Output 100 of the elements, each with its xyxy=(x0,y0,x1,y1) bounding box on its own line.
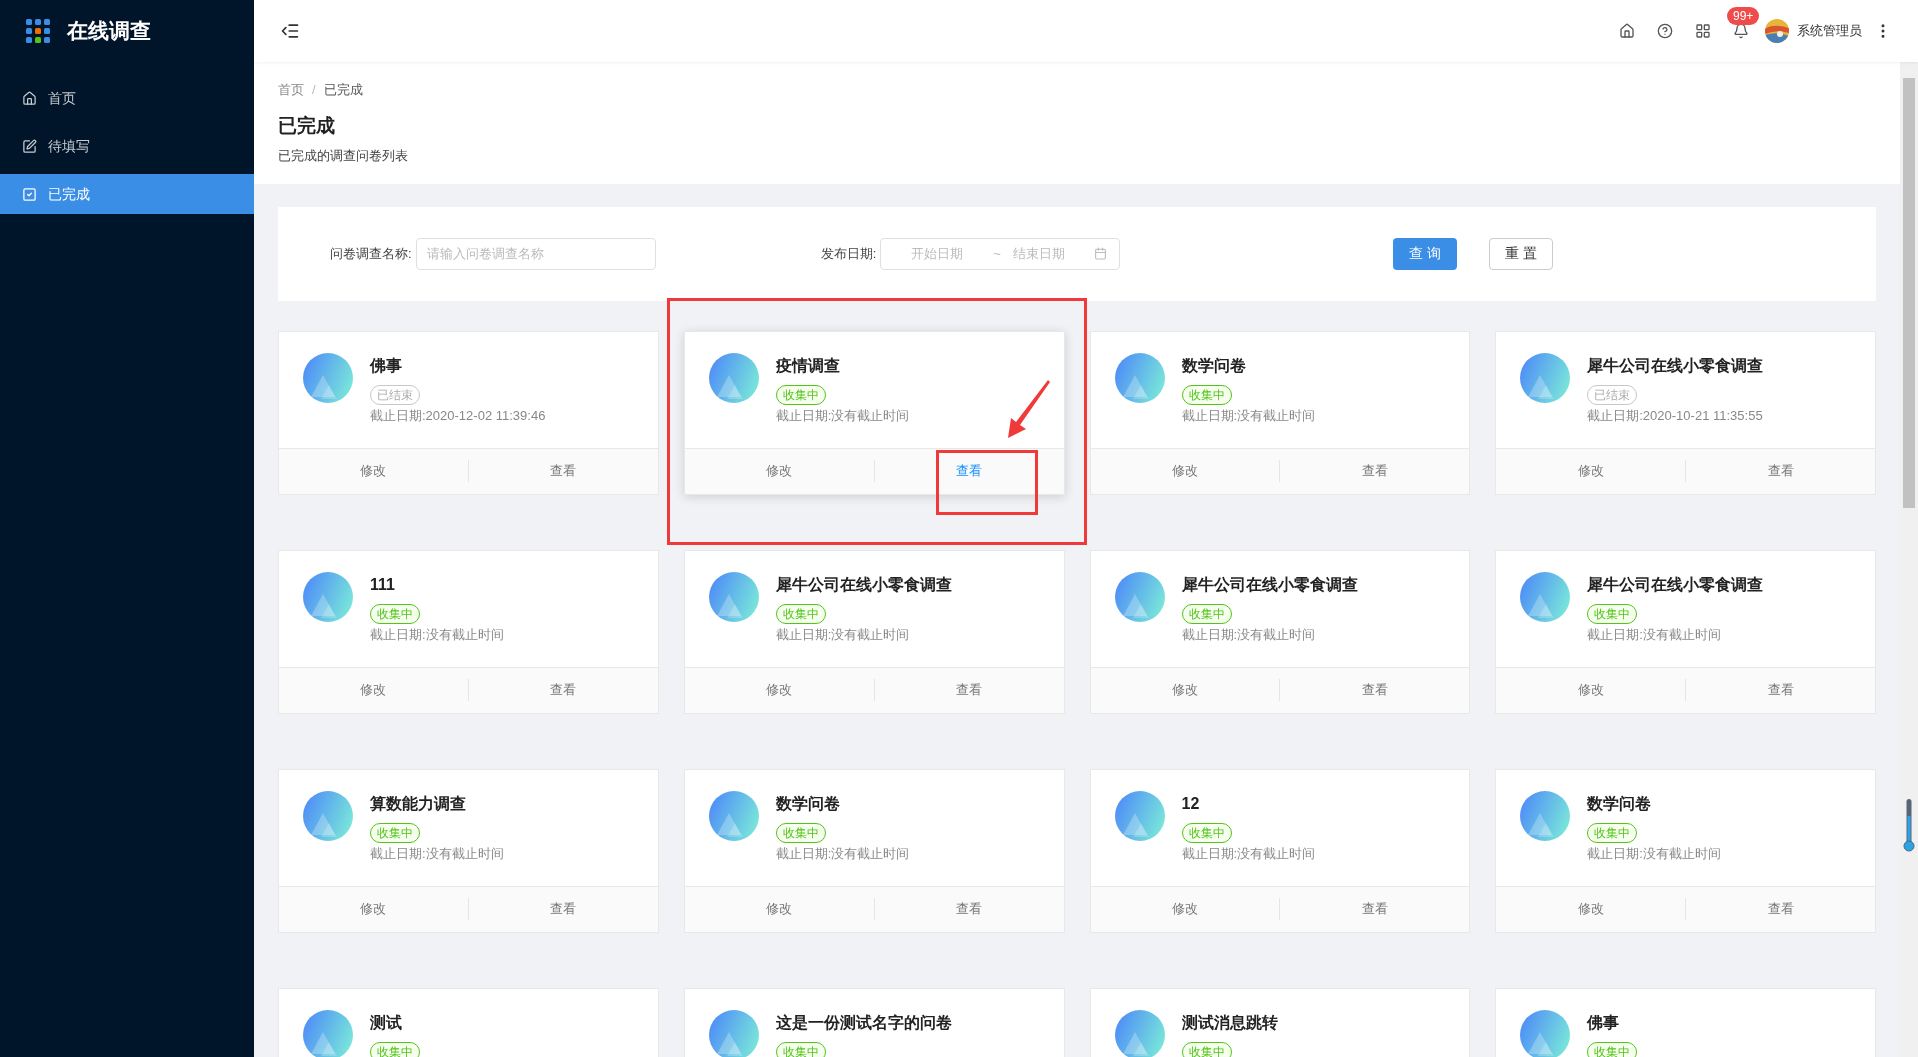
survey-title: 算数能力调查 xyxy=(370,793,467,814)
notification-badge: 99+ xyxy=(1727,7,1760,25)
view-button[interactable]: 查看 xyxy=(874,899,1064,919)
view-button[interactable]: 查看 xyxy=(1280,899,1470,919)
search-button[interactable]: 查 询 xyxy=(1393,237,1458,270)
survey-avatar-icon xyxy=(1114,352,1165,403)
status-tag: 收集中 xyxy=(775,1041,826,1057)
edit-button[interactable]: 修改 xyxy=(279,899,468,919)
status-tag: 收集中 xyxy=(775,603,826,624)
deadline-text: 截止日期:2020-10-21 11:35:55 xyxy=(1587,406,1764,425)
help-icon[interactable] xyxy=(1657,23,1673,39)
status-tag: 收集中 xyxy=(370,603,420,624)
survey-avatar-icon xyxy=(1114,571,1165,622)
status-tag: 收集中 xyxy=(1181,603,1232,624)
survey-avatar-icon xyxy=(1520,571,1571,622)
edit-button[interactable]: 修改 xyxy=(684,899,874,919)
survey-title: 测试 xyxy=(370,1012,403,1033)
home-icon xyxy=(22,90,37,106)
edit-button[interactable]: 修改 xyxy=(684,461,874,481)
view-button[interactable]: 查看 xyxy=(1686,680,1875,700)
view-button[interactable]: 查看 xyxy=(1280,461,1470,481)
calendar-icon xyxy=(1094,247,1108,260)
app-logo-icon xyxy=(26,19,50,43)
survey-avatar-icon xyxy=(303,352,353,403)
home-icon[interactable] xyxy=(1619,23,1635,39)
survey-title: 数学问卷 xyxy=(775,793,841,814)
deadline-text: 截止日期:没有截止时间 xyxy=(775,406,910,425)
status-tag: 收集中 xyxy=(1587,603,1638,624)
survey-title: 数学问卷 xyxy=(1181,355,1247,376)
survey-avatar-icon xyxy=(708,571,759,622)
sidebar-item[interactable]: 首页 xyxy=(0,78,254,118)
deadline-text: 截止日期:2020-12-02 11:39:46 xyxy=(370,406,546,425)
deadline-text: 截止日期:没有截止时间 xyxy=(1181,625,1317,644)
view-button[interactable]: 查看 xyxy=(874,461,1064,481)
view-button[interactable]: 查看 xyxy=(468,461,658,481)
app-title: 在线调查 xyxy=(67,18,151,45)
survey-title: 犀牛公司在线小零食调查 xyxy=(1181,574,1358,595)
status-tag: 收集中 xyxy=(775,822,826,843)
status-tag: 收集中 xyxy=(1181,1041,1232,1057)
deadline-text: 截止日期:没有截止时间 xyxy=(1587,844,1721,863)
deadline-text: 截止日期:没有截止时间 xyxy=(370,625,504,644)
status-tag: 已结束 xyxy=(1587,384,1638,405)
survey-title: 111 xyxy=(370,574,396,595)
view-button[interactable]: 查看 xyxy=(1686,899,1875,919)
status-tag: 收集中 xyxy=(1181,822,1232,843)
sidebar-item[interactable]: 待填写 xyxy=(0,126,254,166)
status-tag: 收集中 xyxy=(1587,1041,1638,1057)
status-tag: 收集中 xyxy=(775,384,826,405)
survey-title: 12 xyxy=(1181,793,1201,814)
survey-title: 数学问卷 xyxy=(1587,793,1653,814)
edit-button[interactable]: 修改 xyxy=(1496,899,1686,919)
survey-title: 犀牛公司在线小零食调查 xyxy=(775,574,952,595)
survey-avatar-icon xyxy=(1520,790,1571,841)
edit-button[interactable]: 修改 xyxy=(1090,461,1280,481)
view-button[interactable]: 查看 xyxy=(1686,461,1875,481)
notification-bell-icon[interactable] xyxy=(1733,23,1749,39)
survey-avatar-icon xyxy=(1114,790,1165,841)
view-button[interactable]: 查看 xyxy=(874,680,1064,700)
deadline-text: 截止日期:没有截止时间 xyxy=(775,844,910,863)
deadline-text: 截止日期:没有截止时间 xyxy=(1181,844,1316,863)
survey-avatar-icon xyxy=(708,352,759,403)
view-button[interactable]: 查看 xyxy=(468,899,658,919)
survey-title: 这是一份测试名字的问卷 xyxy=(775,1012,952,1033)
checkbox-icon xyxy=(22,186,37,202)
status-tag: 收集中 xyxy=(370,822,420,843)
survey-avatar-icon xyxy=(1520,352,1571,403)
deadline-text: 截止日期:没有截止时间 xyxy=(1181,406,1316,425)
deadline-text: 截止日期:没有截止时间 xyxy=(775,625,911,644)
user-name[interactable]: 系统管理员 xyxy=(1797,21,1862,41)
breadcrumb-item[interactable]: 首页 xyxy=(278,80,304,100)
status-tag: 已结束 xyxy=(370,384,420,405)
survey-title: 佛事 xyxy=(370,355,403,376)
deadline-text: 截止日期:没有截止时间 xyxy=(370,844,504,863)
survey-avatar-icon xyxy=(708,790,759,841)
view-button[interactable]: 查看 xyxy=(1280,680,1470,700)
reset-button[interactable]: 重 置 xyxy=(1489,237,1554,270)
edit-button[interactable]: 修改 xyxy=(279,461,468,481)
survey-avatar-icon xyxy=(303,790,353,841)
status-tag: 收集中 xyxy=(370,1041,420,1057)
survey-avatar-icon xyxy=(303,571,353,622)
view-button[interactable]: 查看 xyxy=(468,680,658,700)
breadcrumb-item: 已完成 xyxy=(323,81,363,99)
scrollbar[interactable] xyxy=(1900,62,1918,1057)
page-subtitle: 已完成的调查问卷列表 xyxy=(278,147,409,165)
survey-title: 测试消息跳转 xyxy=(1181,1012,1278,1033)
edit-button[interactable]: 修改 xyxy=(1496,680,1686,700)
survey-title: 犀牛公司在线小零食调查 xyxy=(1587,355,1764,376)
edit-button[interactable]: 修改 xyxy=(1090,899,1280,919)
survey-title: 疫情调查 xyxy=(775,355,841,376)
edit-button[interactable]: 修改 xyxy=(684,680,874,700)
edit-button[interactable]: 修改 xyxy=(1496,461,1686,481)
edit-button[interactable]: 修改 xyxy=(1090,680,1280,700)
sidebar-item[interactable]: 已完成 xyxy=(0,174,254,214)
status-tag: 收集中 xyxy=(1181,384,1232,405)
edit-button[interactable]: 修改 xyxy=(279,680,468,700)
survey-title: 犀牛公司在线小零食调查 xyxy=(1587,574,1764,595)
collapse-menu-icon[interactable] xyxy=(280,21,300,41)
survey-name-field[interactable]: 请输入问卷调查名称 xyxy=(415,237,656,270)
grid-icon[interactable] xyxy=(1695,23,1711,39)
status-tag: 收集中 xyxy=(1587,822,1638,843)
